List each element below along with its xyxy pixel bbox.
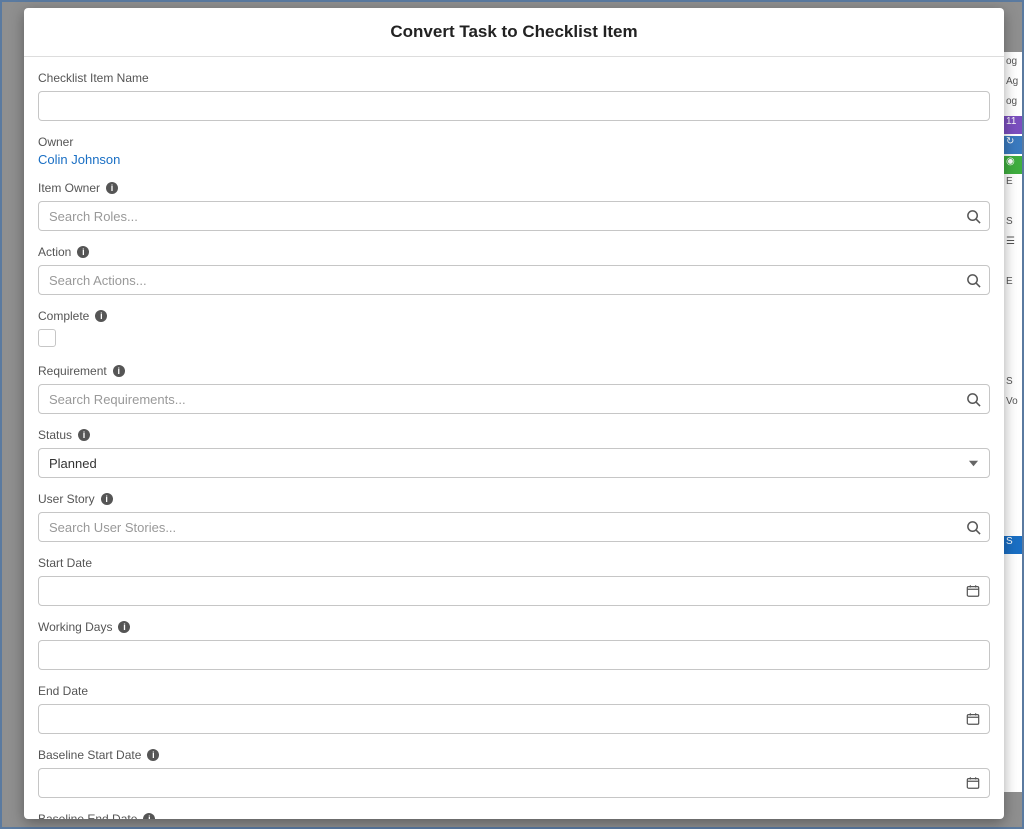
action-input[interactable] xyxy=(38,265,990,295)
user-story-text[interactable] xyxy=(49,520,959,535)
requirement-input[interactable] xyxy=(38,384,990,414)
checklist-item-name-input[interactable] xyxy=(38,91,990,121)
requirement-text[interactable] xyxy=(49,392,959,407)
info-icon[interactable]: i xyxy=(78,429,90,441)
item-owner-text[interactable] xyxy=(49,209,959,224)
field-working-days: Working Days i xyxy=(38,620,990,670)
baseline-start-input[interactable] xyxy=(38,768,990,798)
calendar-icon xyxy=(965,711,981,727)
modal-body: Checklist Item Name Owner Colin Johnson … xyxy=(24,57,1004,819)
calendar-icon xyxy=(965,583,981,599)
modal-title: Convert Task to Checklist Item xyxy=(34,22,994,42)
action-text[interactable] xyxy=(49,273,959,288)
label-end-date: End Date xyxy=(38,684,990,698)
label-status: Status i xyxy=(38,428,990,442)
info-icon[interactable]: i xyxy=(77,246,89,258)
search-icon xyxy=(965,272,981,288)
info-icon[interactable]: i xyxy=(101,493,113,505)
working-days-input[interactable] xyxy=(38,640,990,670)
field-start-date: Start Date xyxy=(38,556,990,606)
field-baseline-start: Baseline Start Date i xyxy=(38,748,990,798)
search-icon xyxy=(965,208,981,224)
info-icon[interactable]: i xyxy=(118,621,130,633)
field-requirement: Requirement i xyxy=(38,364,990,414)
field-status: Status i Planned xyxy=(38,428,990,478)
caret-down-icon xyxy=(965,455,981,471)
search-icon xyxy=(965,391,981,407)
info-icon[interactable]: i xyxy=(106,182,118,194)
end-date-input[interactable] xyxy=(38,704,990,734)
label-start-date: Start Date xyxy=(38,556,990,570)
complete-checkbox[interactable] xyxy=(38,329,56,347)
calendar-icon xyxy=(965,775,981,791)
convert-task-modal: Convert Task to Checklist Item Checklist… xyxy=(24,8,1004,819)
label-checklist-item-name: Checklist Item Name xyxy=(38,71,990,85)
user-story-input[interactable] xyxy=(38,512,990,542)
label-complete: Complete i xyxy=(38,309,990,323)
info-icon[interactable]: i xyxy=(95,310,107,322)
info-icon[interactable]: i xyxy=(147,749,159,761)
field-action: Action i xyxy=(38,245,990,295)
status-value: Planned xyxy=(49,456,959,471)
label-action: Action i xyxy=(38,245,990,259)
info-icon[interactable]: i xyxy=(143,813,155,819)
background-sidebar-hints: ogAgog11↻◉ES☰ESVoS xyxy=(1004,52,1022,792)
field-baseline-end: Baseline End Date i xyxy=(38,812,990,819)
field-item-owner: Item Owner i xyxy=(38,181,990,231)
search-icon xyxy=(965,519,981,535)
owner-link[interactable]: Colin Johnson xyxy=(38,152,120,167)
field-end-date: End Date xyxy=(38,684,990,734)
item-owner-input[interactable] xyxy=(38,201,990,231)
field-checklist-item-name: Checklist Item Name xyxy=(38,71,990,121)
info-icon[interactable]: i xyxy=(113,365,125,377)
label-baseline-end: Baseline End Date i xyxy=(38,812,990,819)
label-working-days: Working Days i xyxy=(38,620,990,634)
label-item-owner: Item Owner i xyxy=(38,181,990,195)
modal-header: Convert Task to Checklist Item xyxy=(24,8,1004,57)
field-user-story: User Story i xyxy=(38,492,990,542)
start-date-input[interactable] xyxy=(38,576,990,606)
field-complete: Complete i xyxy=(38,309,990,350)
label-owner: Owner xyxy=(38,135,990,149)
label-requirement: Requirement i xyxy=(38,364,990,378)
field-owner: Owner Colin Johnson xyxy=(38,135,990,167)
label-baseline-start: Baseline Start Date i xyxy=(38,748,990,762)
status-select[interactable]: Planned xyxy=(38,448,990,478)
label-user-story: User Story i xyxy=(38,492,990,506)
